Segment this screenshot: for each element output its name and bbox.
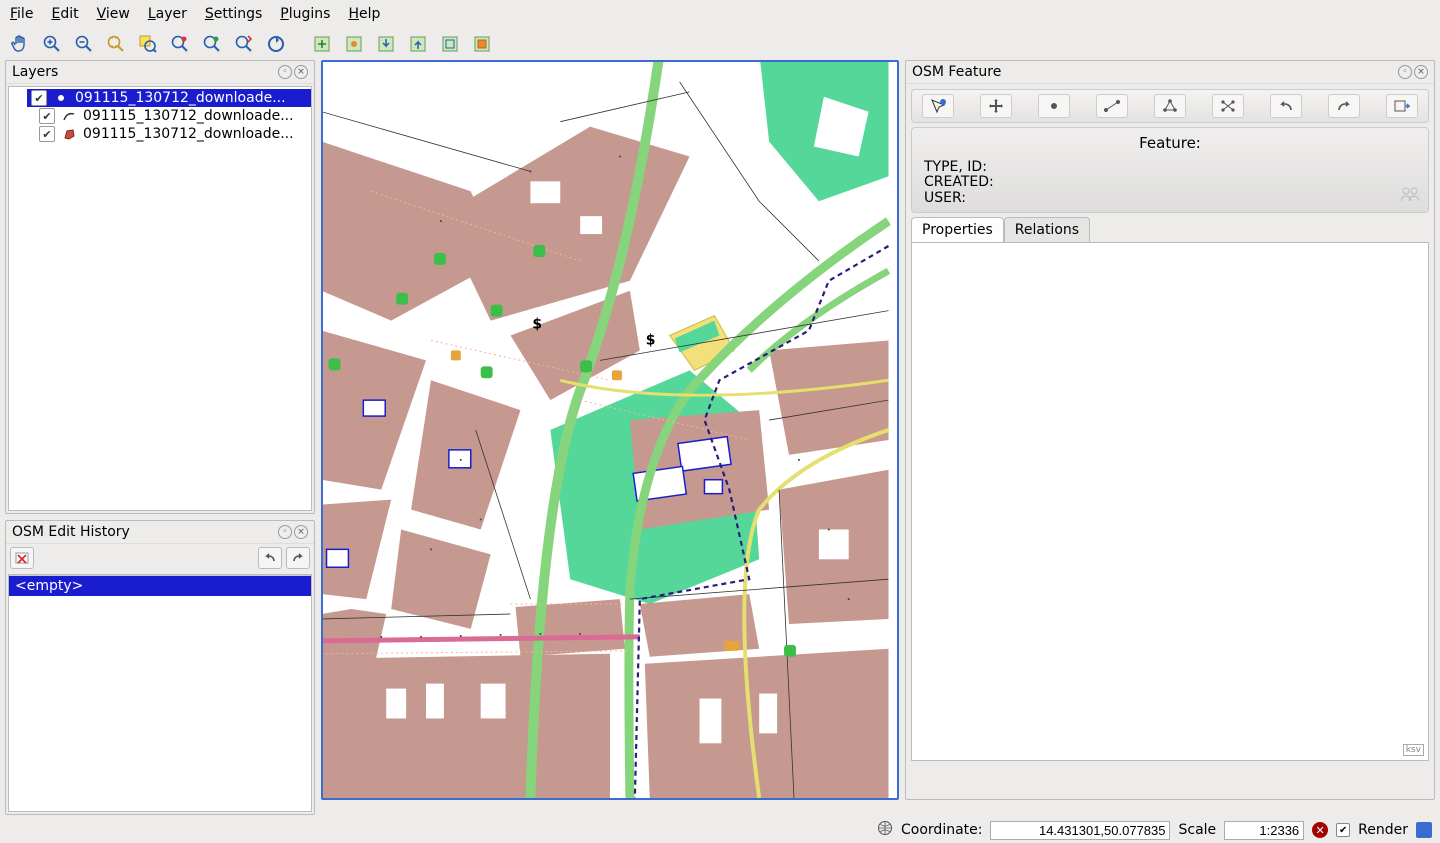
layer-checkbox-icon[interactable]: ✔ (39, 126, 55, 142)
create-line-icon[interactable] (1096, 94, 1128, 118)
zoom-selection-icon[interactable] (134, 30, 162, 58)
map-canvas[interactable]: $ $ (321, 60, 899, 800)
pan-tool-icon[interactable] (6, 30, 34, 58)
identify-icon[interactable] (922, 94, 954, 118)
layer-type-line-icon (61, 108, 77, 124)
zoom-layer-icon[interactable] (166, 30, 194, 58)
layer-item[interactable]: ✔ 091115_130712_downloade... (35, 107, 311, 125)
menu-edit[interactable]: Edit (51, 6, 78, 22)
menu-view[interactable]: View (97, 6, 130, 22)
menu-file[interactable]: File (10, 6, 33, 22)
osmf-user: USER: (924, 191, 1416, 206)
undo-icon[interactable] (1270, 94, 1302, 118)
status-end-icon[interactable] (1416, 822, 1432, 838)
zoom-next-icon[interactable] (230, 30, 258, 58)
osmf-typeid: TYPE, ID: (924, 160, 1416, 175)
layer-type-polygon-icon (61, 126, 77, 142)
layers-title: Layers (12, 64, 58, 80)
user-icon (1400, 186, 1420, 206)
layer-checkbox-icon[interactable]: ✔ (31, 90, 47, 106)
menu-plugins[interactable]: Plugins (280, 6, 330, 22)
link-icon[interactable] (1386, 94, 1418, 118)
map-svg: $ $ (323, 62, 897, 798)
osmf-properties-table[interactable]: ksv (911, 242, 1429, 761)
create-relation-icon[interactable] (1212, 94, 1244, 118)
redo-icon[interactable] (1328, 94, 1360, 118)
panel-close-icon[interactable]: × (1414, 65, 1428, 79)
map-symbol: $ (532, 317, 542, 333)
coordinate-label: Coordinate: (901, 822, 982, 838)
redo-icon[interactable] (286, 547, 310, 569)
map-symbol: $ (646, 332, 656, 348)
create-polygon-icon[interactable] (1154, 94, 1186, 118)
osm-upload-icon[interactable] (404, 30, 432, 58)
layers-panel: Layers ◦ × ✔ 091115_130712_downloade... … (5, 60, 315, 514)
osm-feature-panel: OSM Feature ◦ × (905, 60, 1435, 800)
menu-settings[interactable]: Settings (205, 6, 262, 22)
refresh-icon[interactable] (262, 30, 290, 58)
stop-render-icon[interactable]: ✕ (1312, 822, 1328, 838)
render-checkbox[interactable]: ✔ (1336, 823, 1350, 837)
toolbar (0, 28, 1440, 60)
tab-relations[interactable]: Relations (1004, 217, 1090, 242)
layer-name: 091115_130712_downloade... (75, 90, 286, 106)
layer-type-point-icon (53, 90, 69, 106)
osm-load-icon[interactable] (308, 30, 336, 58)
panel-close-icon[interactable]: × (294, 65, 308, 79)
history-item[interactable]: <empty> (9, 576, 311, 596)
layer-name: 091115_130712_downloade... (83, 108, 294, 124)
osm-feature-icon[interactable] (340, 30, 368, 58)
osmf-feature-label: Feature: (924, 134, 1416, 152)
panel-shade-icon[interactable]: ◦ (1398, 65, 1412, 79)
osm-import-icon[interactable] (436, 30, 464, 58)
move-icon[interactable] (980, 94, 1012, 118)
zoom-out-icon[interactable] (70, 30, 98, 58)
history-panel: OSM Edit History ◦ × (5, 520, 315, 815)
statusbar: Coordinate: Scale ✕ ✔ Render (0, 817, 1440, 843)
osmf-created: CREATED: (924, 175, 1416, 190)
zoom-in-icon[interactable] (38, 30, 66, 58)
panel-close-icon[interactable]: × (294, 525, 308, 539)
zoom-full-icon[interactable] (102, 30, 130, 58)
create-point-icon[interactable] (1038, 94, 1070, 118)
scale-label: Scale (1178, 822, 1216, 838)
render-label: Render (1358, 822, 1408, 838)
menu-help[interactable]: Help (348, 6, 380, 22)
osm-download-icon[interactable] (372, 30, 400, 58)
history-title: OSM Edit History (12, 524, 130, 540)
tab-properties[interactable]: Properties (911, 217, 1004, 242)
ksv-badge: ksv (1403, 744, 1424, 756)
menubar: File Edit View Layer Settings Plugins He… (0, 0, 1440, 28)
layer-checkbox-icon[interactable]: ✔ (39, 108, 55, 124)
coordinate-input[interactable] (990, 821, 1170, 840)
layer-item[interactable]: ✔ 091115_130712_downloade... (35, 125, 311, 143)
osmf-title: OSM Feature (912, 64, 1001, 80)
osm-save-icon[interactable] (468, 30, 496, 58)
scale-input[interactable] (1224, 821, 1304, 840)
panel-shade-icon[interactable]: ◦ (278, 525, 292, 539)
panel-shade-icon[interactable]: ◦ (278, 65, 292, 79)
layer-item[interactable]: ✔ 091115_130712_downloade... (27, 89, 311, 107)
menu-layer[interactable]: Layer (148, 6, 187, 22)
projection-icon[interactable] (877, 820, 893, 840)
zoom-last-icon[interactable] (198, 30, 226, 58)
osmf-toolbar (911, 89, 1429, 123)
layer-name: 091115_130712_downloade... (83, 126, 294, 142)
history-clear-icon[interactable] (10, 547, 34, 569)
undo-icon[interactable] (258, 547, 282, 569)
osmf-metadata: Feature: TYPE, ID: CREATED: USER: (911, 127, 1429, 213)
